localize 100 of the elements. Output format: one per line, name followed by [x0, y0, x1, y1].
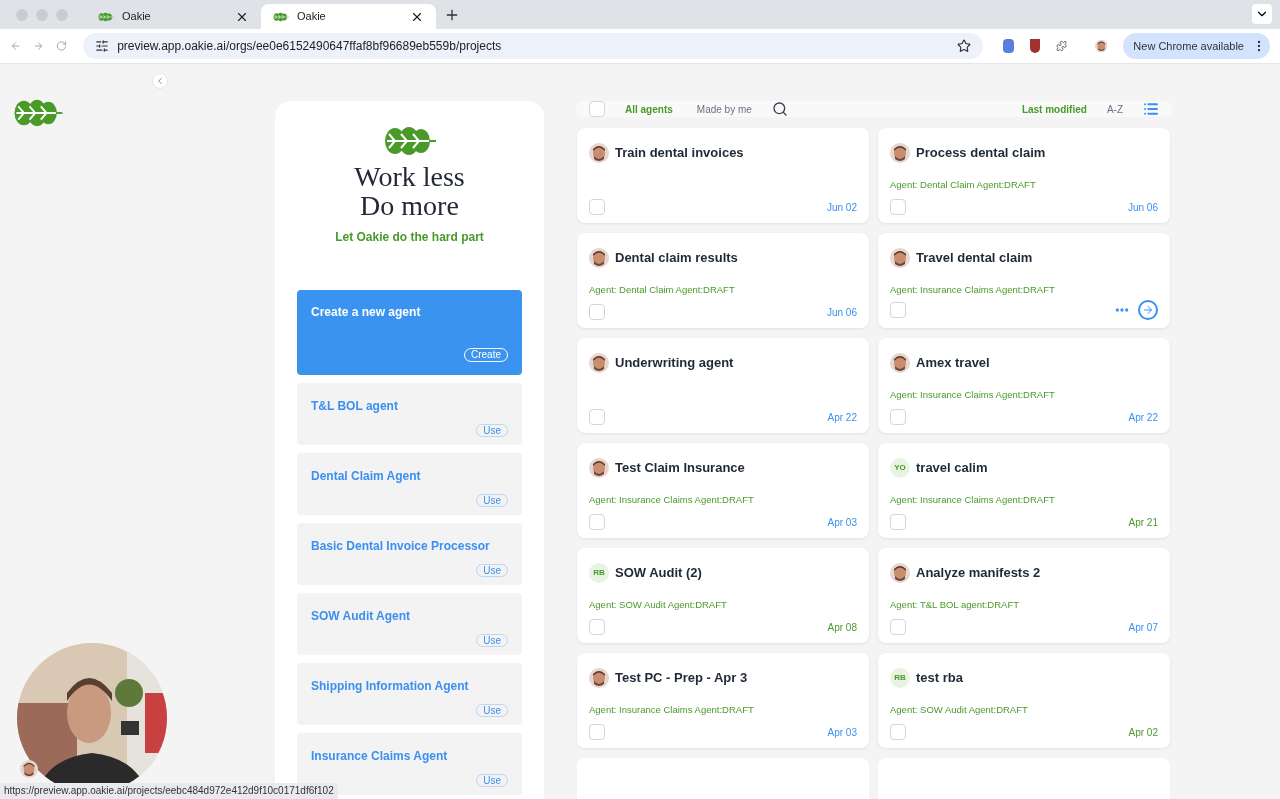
back-icon[interactable]: [10, 39, 22, 53]
project-title: Underwriting agent: [615, 354, 734, 373]
agent-label: Agent: T&L BOL agent:DRAFT: [890, 599, 1019, 610]
modified-date: Jun 06: [826, 305, 857, 320]
tab-logo-icon: [273, 10, 289, 23]
project-card[interactable]: RB test rba Agent: SOW Audit Agent:DRAFT Apr 02: [878, 653, 1170, 748]
project-card[interactable]: Process dental claim Agent: Dental Claim Agent:DRAFT Jun 06: [878, 128, 1170, 223]
tab-title: Oakie: [297, 9, 326, 25]
modified-date: Apr 08: [827, 620, 857, 635]
checkbox[interactable]: [890, 409, 906, 425]
create-card[interactable]: Create a new agent Create: [297, 290, 522, 375]
project-card[interactable]: Test Claim Insurance Agent: Insurance Claims Agent:DRAFT Apr 03: [577, 443, 869, 538]
search-icon[interactable]: [771, 101, 788, 117]
modified-date: Apr 02: [1128, 725, 1158, 740]
tab-menu-button[interactable]: [1252, 3, 1272, 24]
sort-option[interactable]: A-Z: [1106, 101, 1123, 117]
browser-tab[interactable]: Oakie: [261, 4, 436, 29]
project-card[interactable]: YO travel calim Agent: Insurance Claims Agent:DRAFT Apr 21: [878, 443, 1170, 538]
checkbox[interactable]: [589, 199, 605, 215]
agent-label: Agent: SOW Audit Agent:DRAFT: [589, 599, 727, 610]
avatar-icon: [589, 248, 609, 268]
modified-date: Apr 07: [1128, 620, 1158, 635]
list-view-icon[interactable]: [1143, 101, 1159, 117]
collapse-button[interactable]: [152, 73, 168, 89]
project-card[interactable]: Test PC - Prep - Apr 3 Agent: Insurance Claims Agent:DRAFT Apr 03: [577, 653, 869, 748]
checkbox[interactable]: [589, 101, 605, 117]
browser-tab[interactable]: Oakie: [86, 4, 261, 29]
arrow-right-icon: [1142, 304, 1154, 316]
modified-date: Apr 03: [827, 725, 857, 740]
avatar-icon: [890, 143, 910, 163]
filter-tab[interactable]: All agents: [625, 101, 673, 117]
project-title: Amex travel: [916, 354, 990, 373]
project-card[interactable]: Train dental invoices Jun 02: [577, 128, 869, 223]
project-card[interactable]: Amex travel Agent: Insurance Claims Agent:DRAFT Apr 22: [878, 338, 1170, 433]
checkbox[interactable]: [589, 619, 605, 635]
checkbox[interactable]: [589, 514, 605, 530]
template-card[interactable]: Shipping Information Agent Use: [297, 663, 522, 725]
checkbox[interactable]: [589, 409, 605, 425]
url-text: preview.app.oakie.ai/orgs/ee0e6152490647ffaf8bf96689eb559b/projects: [117, 38, 502, 55]
project-card[interactable]: Dental claim results Agent: Dental Claim Agent:DRAFT Jun 06: [577, 233, 869, 328]
tab-logo-icon: [98, 10, 114, 23]
template-name: Basic Dental Invoice Processor: [311, 538, 491, 555]
project-title: Train dental invoices: [615, 144, 744, 163]
checkbox[interactable]: [890, 199, 906, 215]
address-bar[interactable]: preview.app.oakie.ai/orgs/ee0e6152490647ffaf8bf96689eb559b/projects: [83, 33, 984, 59]
agent-label: Agent: SOW Audit Agent:DRAFT: [890, 704, 1028, 715]
site-settings-icon[interactable]: [95, 39, 110, 53]
password-extension-icon[interactable]: [1003, 39, 1015, 53]
open-button[interactable]: [1138, 300, 1158, 320]
checkbox[interactable]: [890, 619, 906, 635]
avatar-icon: [20, 760, 38, 778]
chevron-left-icon: [155, 76, 165, 86]
modified-date: Apr 22: [1128, 410, 1158, 425]
project-card[interactable]: RB SOW Audit (2) Agent: SOW Audit Agent:DRAFT Apr 08: [577, 548, 869, 643]
template-card[interactable]: Dental Claim Agent Use: [297, 453, 522, 515]
agent-label: Agent: Insurance Claims Agent:DRAFT: [890, 284, 1055, 295]
extensions-icon[interactable]: [1055, 39, 1067, 53]
initials-avatar: YO: [890, 458, 910, 478]
project-card[interactable]: Travel dental claim Agent: Insurance Claims Agent:DRAFT: [878, 233, 1170, 328]
project-card[interactable]: Analyze manifests 2 Agent: T&L BOL agent:DRAFT Apr 07: [878, 548, 1170, 643]
template-card[interactable]: SOW Audit Agent Use: [297, 593, 522, 655]
checkbox[interactable]: [890, 302, 906, 318]
agent-label: Agent: Insurance Claims Agent:DRAFT: [890, 494, 1055, 505]
new-tab-icon[interactable]: [444, 7, 460, 23]
checkbox[interactable]: [589, 304, 605, 320]
project-title: Process dental claim: [916, 144, 1046, 163]
tab-title: Oakie: [122, 9, 151, 25]
template-name: SOW Audit Agent: [311, 608, 412, 625]
agent-label: Agent: Insurance Claims Agent:DRAFT: [589, 704, 754, 715]
template-name: Shipping Information Agent: [311, 678, 470, 695]
shield-extension-icon[interactable]: [1030, 39, 1040, 53]
modified-date: Apr 03: [827, 515, 857, 530]
avatar-icon: [890, 248, 910, 268]
sort-option[interactable]: Last modified: [1021, 101, 1087, 117]
template-name: Dental Claim Agent: [311, 468, 422, 485]
agent-label: Agent: Dental Claim Agent:DRAFT: [589, 284, 735, 295]
avatar-icon: [1094, 38, 1108, 54]
avatar-icon: [589, 353, 609, 373]
avatar-icon: [890, 563, 910, 583]
update-button[interactable]: New Chrome available: [1123, 33, 1270, 59]
checkbox[interactable]: [589, 724, 605, 740]
filter-tab[interactable]: Made by me: [696, 101, 752, 117]
template-name: Insurance Claims Agent: [311, 748, 449, 765]
project-card[interactable]: Underwriting agent Apr 22: [577, 338, 869, 433]
agent-label: Agent: Insurance Claims Agent:DRAFT: [890, 389, 1055, 400]
modified-date: Apr 22: [827, 410, 857, 425]
modified-date: Jun 02: [826, 200, 857, 215]
oakie-logo-icon: [12, 97, 64, 129]
template-card[interactable]: T&L BOL agent Use: [297, 383, 522, 445]
forward-icon[interactable]: [33, 39, 45, 53]
checkbox[interactable]: [890, 724, 906, 740]
star-icon[interactable]: [957, 39, 972, 53]
avatar-icon: [890, 353, 910, 373]
project-title: travel calim: [916, 459, 988, 478]
template-card[interactable]: Basic Dental Invoice Processor Use: [297, 523, 522, 585]
agent-label: Agent: Dental Claim Agent:DRAFT: [890, 179, 1036, 190]
checkbox[interactable]: [890, 514, 906, 530]
reload-icon[interactable]: [56, 39, 68, 53]
modified-date: Apr 21: [1128, 515, 1158, 530]
initials-avatar: RB: [890, 668, 910, 688]
